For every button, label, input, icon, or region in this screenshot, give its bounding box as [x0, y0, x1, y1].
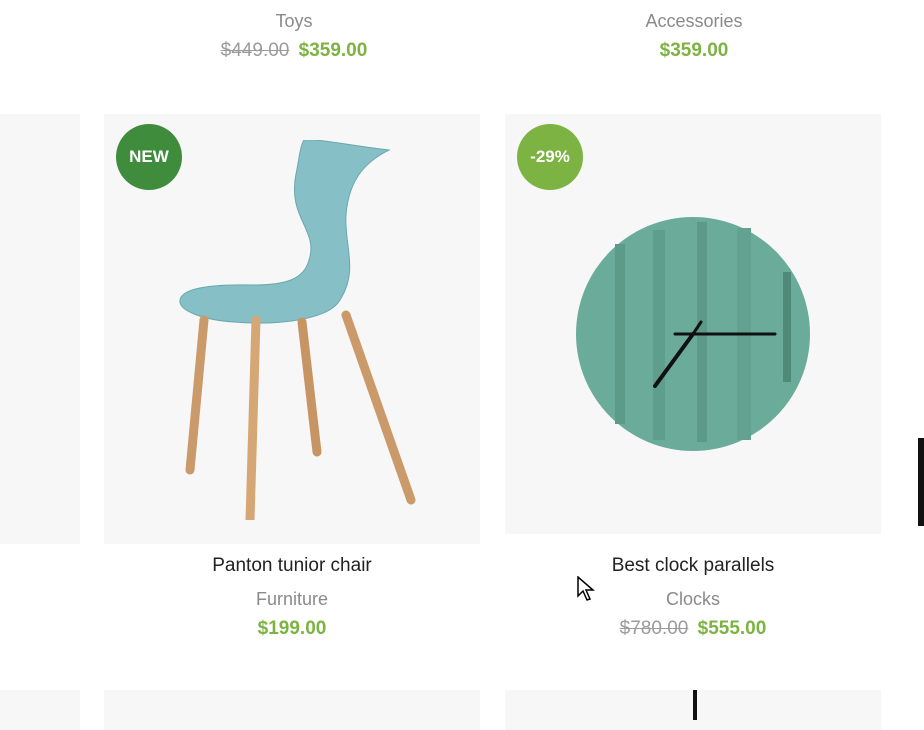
product-card-partial[interactable]: [505, 690, 881, 730]
chair-image: [179, 140, 416, 520]
product-card-partial[interactable]: [0, 690, 80, 730]
product-card[interactable]: -29%: [505, 114, 881, 534]
product-info-top-1: Toys $449.00 $359.00: [114, 11, 474, 62]
product-card-partial[interactable]: [104, 690, 480, 730]
product-info: Best clock parallels Clocks $780.00 $555…: [505, 555, 881, 640]
product-title[interactable]: Panton tunior chair: [104, 555, 480, 577]
discount-badge: -29%: [517, 124, 583, 190]
product-card-partial[interactable]: [0, 114, 80, 544]
old-price: $449.00: [220, 40, 290, 61]
product-info-top-2: Accessories $359.00: [514, 11, 874, 62]
product-category[interactable]: Clocks: [505, 589, 881, 610]
product-image-fragment: [693, 690, 697, 720]
product-title[interactable]: Best clock parallels: [505, 555, 881, 577]
product-price: $359.00: [514, 40, 874, 62]
mouse-cursor-icon: [577, 576, 595, 601]
product-category[interactable]: Toys: [114, 11, 474, 32]
sale-price: $555.00: [697, 618, 767, 639]
product-info: Panton tunior chair Furniture $199.00: [104, 555, 480, 640]
product-category[interactable]: Furniture: [104, 589, 480, 610]
product-category[interactable]: Accessories: [514, 11, 874, 32]
product-price: $449.00 $359.00: [114, 40, 474, 62]
product-card[interactable]: NEW: [104, 114, 480, 544]
product-price: $199.00: [104, 618, 480, 640]
sale-price: $199.00: [257, 618, 327, 639]
product-price: $780.00 $555.00: [505, 618, 881, 640]
sale-price: $359.00: [659, 40, 729, 61]
clock-image: [576, 217, 810, 451]
sale-price: $359.00: [298, 40, 368, 61]
scrollbar[interactable]: [918, 438, 924, 526]
old-price: $780.00: [619, 618, 689, 639]
